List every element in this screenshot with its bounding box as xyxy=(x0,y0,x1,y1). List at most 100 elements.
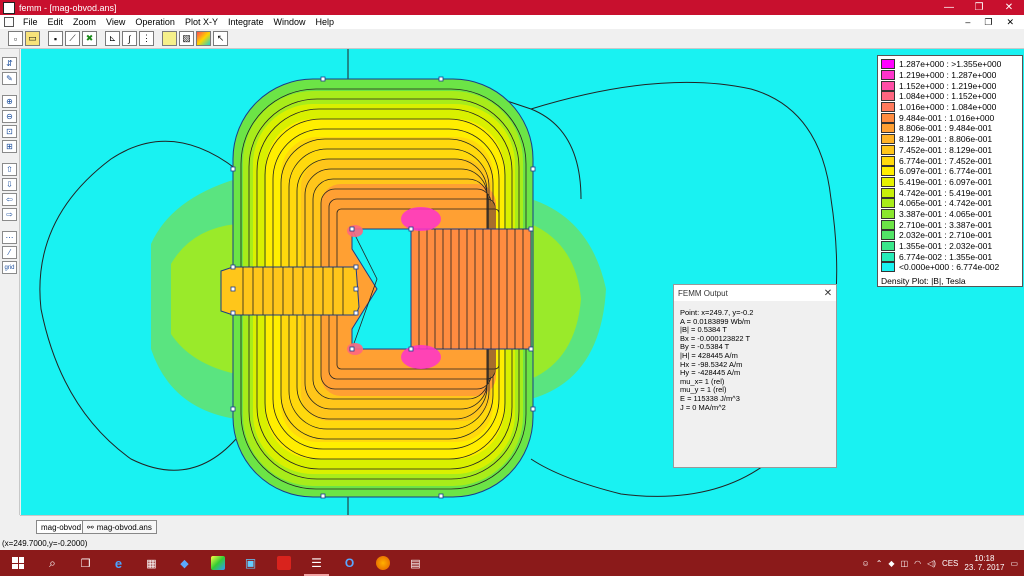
close-button[interactable]: ✕ xyxy=(994,2,1024,13)
legend-swatch xyxy=(881,59,895,70)
mdi-close-button[interactable]: ✕ xyxy=(1006,17,1014,28)
tab-label: mag-obvod.ans xyxy=(96,522,152,532)
network-icon[interactable]: ◫ xyxy=(901,559,909,568)
output-title-bar[interactable]: FEMM Output ✕ xyxy=(674,285,836,301)
mdi-minimize-button[interactable]: – xyxy=(965,17,970,28)
select-node-icon[interactable]: ▪ xyxy=(48,31,63,46)
menu-zoom[interactable]: Zoom xyxy=(68,17,101,27)
clock-time: 10:18 xyxy=(974,554,995,563)
menu-help[interactable]: Help xyxy=(311,17,340,27)
photos-icon[interactable] xyxy=(201,550,234,576)
dropbox-tray-icon[interactable]: ◆ xyxy=(888,559,894,568)
snap-grid-icon[interactable]: ⋯ xyxy=(2,231,17,244)
output-line: J = 0 MA/m^2 xyxy=(680,402,726,412)
document-icon[interactable] xyxy=(4,17,14,27)
menu-integrate[interactable]: Integrate xyxy=(223,17,269,27)
tab-mag-obvod-ans[interactable]: ⚯ mag-obvod.ans xyxy=(82,520,157,534)
legend-swatch xyxy=(881,155,895,166)
status-bar: (x=249.7000,y=-0.2000) xyxy=(0,537,1024,550)
vector-plot-icon[interactable]: ▧ xyxy=(179,31,194,46)
legend-swatch xyxy=(881,144,895,155)
output-close-icon[interactable]: ✕ xyxy=(820,288,836,299)
maximize-button[interactable]: ❐ xyxy=(964,2,994,13)
zoom-window-icon[interactable] xyxy=(196,31,211,46)
store-icon[interactable]: ▦ xyxy=(135,550,168,576)
pan-right-icon[interactable]: ⇨ xyxy=(2,208,17,221)
legend-swatch xyxy=(881,166,895,177)
menu-view[interactable]: View xyxy=(101,17,130,27)
legend-label: 5.419e-001 : 6.097e-001 xyxy=(899,176,993,187)
density-plot-icon[interactable] xyxy=(162,31,177,46)
notification-icon[interactable]: ▭ xyxy=(1010,559,1018,568)
legend-label: <0.000e+000 : 6.774e-002 xyxy=(899,262,1000,273)
legend-label: 2.710e-001 : 3.387e-001 xyxy=(899,219,993,230)
integrate-icon[interactable]: ∫ xyxy=(122,31,137,46)
menu-bar: File Edit Zoom View Operation Plot X-Y I… xyxy=(0,15,1024,29)
legend-label: 7.452e-001 : 8.129e-001 xyxy=(899,144,993,155)
contour-icon[interactable]: ⊾ xyxy=(105,31,120,46)
menu-plot-xy[interactable]: Plot X-Y xyxy=(180,17,223,27)
menu-edit[interactable]: Edit xyxy=(43,17,69,27)
legend-label: 8.806e-001 : 9.484e-001 xyxy=(899,123,993,134)
density-legend: 1.287e+000 : >1.355e+000 1.219e+000 : 1.… xyxy=(877,55,1023,287)
grid-size-icon[interactable]: grid xyxy=(2,261,17,274)
legend-label: 1.152e+000 : 1.219e+000 xyxy=(899,80,997,91)
plot-icon[interactable]: ⋮ xyxy=(139,31,154,46)
legend-swatch xyxy=(881,187,895,198)
femm-taskbar-icon[interactable]: ☰ xyxy=(300,550,333,576)
minimize-button[interactable]: — xyxy=(934,2,964,13)
user-icon[interactable]: ☺ xyxy=(862,559,870,568)
legend-label: 2.032e-001 : 2.710e-001 xyxy=(899,230,993,241)
dropbox-icon[interactable]: ◆ xyxy=(168,550,201,576)
clock[interactable]: 10:18 23. 7. 2017 xyxy=(964,554,1004,572)
mdi-restore-button[interactable]: ❐ xyxy=(984,17,992,28)
legend-swatch xyxy=(881,198,895,209)
start-button[interactable] xyxy=(0,557,36,569)
chevron-up-icon[interactable]: ⌃ xyxy=(876,559,883,568)
search-icon[interactable]: ⌕ xyxy=(36,550,69,576)
menu-window[interactable]: Window xyxy=(268,17,310,27)
pan-left-icon[interactable]: ⇦ xyxy=(2,193,17,206)
mesh-icon[interactable]: ✖ xyxy=(82,31,97,46)
notepad-icon[interactable]: ▤ xyxy=(399,550,432,576)
legend-label: 9.484e-001 : 1.016e+000 xyxy=(899,112,995,123)
line-icon[interactable]: ⟋ xyxy=(65,31,80,46)
firefox-icon[interactable] xyxy=(366,550,399,576)
pan-up-icon[interactable]: ⇧ xyxy=(2,163,17,176)
show-grid-icon[interactable]: ⁄ xyxy=(2,246,17,259)
zoom-window-icon[interactable]: ⊞ xyxy=(2,140,17,153)
zoom-out-icon[interactable]: ⊖ xyxy=(2,110,17,123)
clock-date: 23. 7. 2017 xyxy=(964,563,1005,572)
plot-canvas[interactable]: 1.287e+000 : >1.355e+000 1.219e+000 : 1.… xyxy=(21,49,1024,515)
legend-label: 1.084e+000 : 1.152e+000 xyxy=(899,91,997,102)
legend-label: 6.774e-001 : 7.452e-001 xyxy=(899,155,993,166)
menu-file[interactable]: File xyxy=(18,17,43,27)
plot-doc-icon: ⚯ xyxy=(87,522,94,532)
outlook-icon[interactable]: O xyxy=(333,550,366,576)
task-view-icon[interactable]: ❒ xyxy=(69,550,102,576)
edge-icon[interactable]: e xyxy=(102,550,135,576)
zoom-in-icon[interactable]: ⊕ xyxy=(2,95,17,108)
language-indicator[interactable]: CES xyxy=(942,559,958,568)
mode-toggle-icon[interactable]: ⇵ xyxy=(2,57,17,70)
mode-edit-icon[interactable]: ✎ xyxy=(2,72,17,85)
open-file-icon[interactable]: ▭ xyxy=(25,31,40,46)
femm-output-window[interactable]: FEMM Output ✕ Point: x=249.7, y=-0.2 A =… xyxy=(673,284,837,468)
pan-down-icon[interactable]: ⇩ xyxy=(2,178,17,191)
legend-label: 8.129e-001 : 8.806e-001 xyxy=(899,134,993,145)
coordinate-readout: (x=249.7000,y=-0.2000) xyxy=(2,539,88,548)
tab-mag-obvod[interactable]: mag-obvod xyxy=(36,520,87,534)
new-file-icon[interactable]: ▫ xyxy=(8,31,23,46)
menu-operation[interactable]: Operation xyxy=(130,17,180,27)
save-icon[interactable]: ▣ xyxy=(234,550,267,576)
legend-swatch xyxy=(881,102,895,113)
zoom-natural-icon[interactable]: ⊡ xyxy=(2,125,17,138)
volume-icon[interactable]: ◁) xyxy=(927,559,936,568)
legend-label: 6.097e-001 : 6.774e-001 xyxy=(899,166,993,177)
wifi-icon[interactable]: ◠ xyxy=(914,559,921,568)
pointer-icon[interactable]: ↖ xyxy=(213,31,228,46)
pdf-icon[interactable] xyxy=(267,550,300,576)
legend-label: 1.016e+000 : 1.084e+000 xyxy=(899,102,997,113)
windows-logo-icon xyxy=(12,557,24,569)
legend-label: 1.219e+000 : 1.287e+000 xyxy=(899,70,997,81)
